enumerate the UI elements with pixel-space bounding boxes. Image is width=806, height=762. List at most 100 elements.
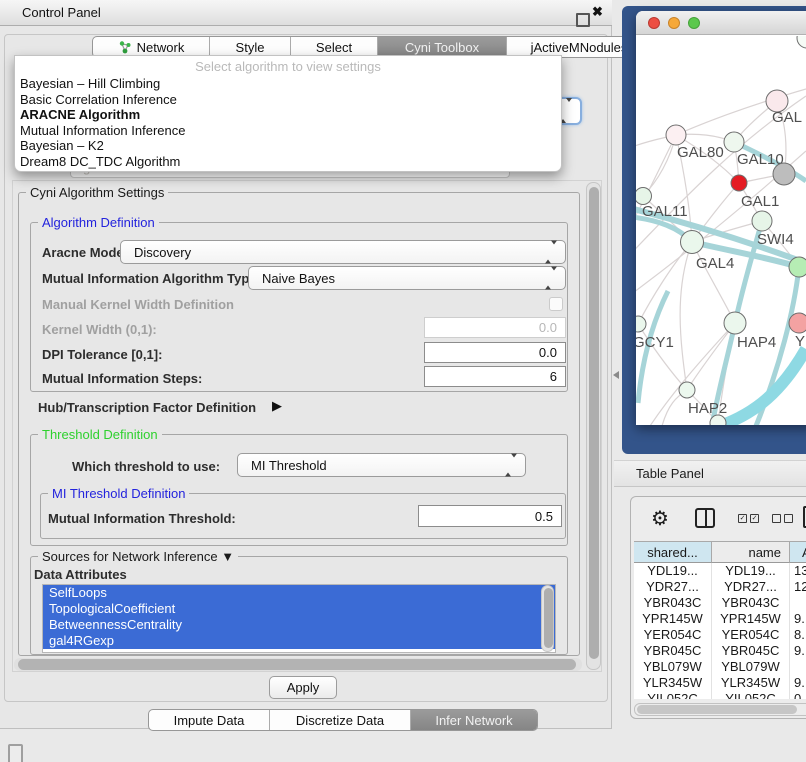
splitter-collapse-icon[interactable] [613, 371, 619, 379]
close-traffic-light-icon[interactable] [648, 17, 660, 29]
split-view-icon[interactable] [695, 508, 715, 528]
table-row[interactable]: YDR27...YDR27...12 [634, 579, 806, 595]
network-node[interactable] [636, 316, 646, 332]
settings-vscrollbar-thumb[interactable] [589, 187, 599, 659]
mi-steps-field[interactable]: 6 [424, 366, 566, 387]
network-node[interactable] [666, 125, 686, 145]
network-node[interactable] [797, 36, 806, 48]
column-header-clipped[interactable]: A [790, 541, 806, 563]
tab-discretize-data[interactable]: Discretize Data [269, 710, 410, 730]
kernel-width-field[interactable]: 0.0 [424, 317, 566, 338]
gear-icon[interactable]: ⚙ [651, 506, 669, 531]
attributes-scrollbar-thumb[interactable] [544, 588, 553, 648]
algorithm-option[interactable]: Bayesian – K2 [15, 138, 561, 154]
tab-style-label: Style [236, 40, 265, 55]
minimize-traffic-light-icon[interactable] [668, 17, 680, 29]
table-row[interactable]: YIL052CYIL052C0. [634, 691, 806, 699]
settings-hscrollbar-thumb[interactable] [18, 659, 576, 670]
settings-vscrollbar[interactable] [586, 182, 601, 670]
tab-network[interactable]: Network [93, 37, 209, 57]
network-node[interactable] [789, 257, 806, 277]
tab-network-label: Network [137, 40, 185, 55]
network-icon [118, 40, 132, 54]
float-window-icon[interactable] [576, 13, 590, 27]
network-node[interactable] [773, 163, 795, 185]
table-cell: 12 [790, 579, 806, 595]
apply-button[interactable]: Apply [269, 676, 337, 699]
select-all-icon[interactable]: ✓ [738, 514, 747, 523]
network-node[interactable] [724, 312, 746, 334]
tab-select[interactable]: Select [290, 37, 377, 57]
mi-algorithm-type-combo[interactable]: Naive Bayes [248, 266, 566, 290]
table-row[interactable]: YER054CYER054C8. [634, 627, 806, 643]
table-cell: YPR145W [634, 611, 712, 627]
network-canvas[interactable]: GALGAL80GAL10GAL1SWI4GAL11GAL4GCY1HAP4YH… [636, 36, 806, 425]
table-cell: 9. [790, 675, 806, 691]
tab-style[interactable]: Style [209, 37, 290, 57]
manual-kernel-checkbox[interactable] [549, 297, 563, 311]
network-node[interactable] [636, 188, 652, 205]
tab-infer-network[interactable]: Infer Network [410, 710, 537, 730]
aracne-mode-combo[interactable]: Discovery [120, 240, 566, 264]
table-row[interactable]: YBR043CYBR043C [634, 595, 806, 611]
dock-mini-icon[interactable] [8, 744, 23, 762]
dpi-tolerance-field[interactable]: 0.0 [424, 342, 566, 363]
table-cell: YBL079W [712, 659, 790, 675]
attribute-item[interactable]: BetweennessCentrality [43, 617, 555, 633]
select-all-icon2[interactable]: ✓ [750, 514, 759, 523]
attribute-item[interactable]: gal4RGexp [43, 633, 555, 649]
tab-impute-data[interactable]: Impute Data [149, 710, 269, 730]
mi-algorithm-type-label: Mutual Information Algorithm Type: [42, 271, 261, 286]
mi-steps-value: 6 [550, 369, 557, 384]
deselect-all-icon[interactable] [772, 514, 781, 523]
column-header-shared-name[interactable]: shared... [634, 541, 712, 563]
table-cell: YDL19... [712, 563, 790, 579]
network-node-label: GAL11 [642, 203, 688, 220]
apply-button-label: Apply [287, 680, 320, 695]
tab-cyni-toolbox[interactable]: Cyni Toolbox [377, 37, 506, 57]
table-cell: YPR145W [712, 611, 790, 627]
settings-hscrollbar[interactable] [14, 658, 582, 671]
network-node[interactable] [724, 132, 744, 152]
table-hscrollbar-thumb[interactable] [637, 705, 797, 714]
network-node[interactable] [681, 231, 704, 254]
algorithm-definition-title: Algorithm Definition [38, 215, 159, 230]
table-hscrollbar[interactable] [634, 703, 806, 716]
network-node[interactable] [752, 211, 772, 231]
algorithm-option[interactable]: Basic Correlation Inference [15, 92, 561, 108]
network-node[interactable] [789, 313, 806, 333]
hub-expand-arrow-icon[interactable]: ▶ [272, 398, 282, 414]
algorithm-option[interactable]: Mutual Information Inference [15, 123, 561, 139]
attribute-item[interactable]: SelfLoops [43, 585, 555, 601]
which-threshold-combo[interactable]: MI Threshold [237, 453, 526, 477]
deselect-all-icon2[interactable] [784, 514, 793, 523]
table-cell: YDL19... [634, 563, 712, 579]
attribute-item[interactable]: TopologicalCoefficient [43, 601, 555, 617]
close-icon[interactable]: ✖ [592, 4, 603, 20]
network-node-label: Y [795, 333, 805, 350]
table-row[interactable]: YPR145WYPR145W9. [634, 611, 806, 627]
table-row[interactable]: YDL19...YDL19...13 [634, 563, 806, 579]
algorithm-option[interactable]: Bayesian – Hill Climbing [15, 76, 561, 92]
zoom-traffic-light-icon[interactable] [688, 17, 700, 29]
table-panel-title: Table Panel [636, 466, 704, 481]
tab-impute-data-label: Impute Data [174, 713, 245, 728]
network-view-window[interactable]: GALGAL80GAL10GAL1SWI4GAL11GAL4GCY1HAP4YH… [636, 11, 806, 425]
control-panel-titlebar[interactable]: Control Panel ✖ [0, 0, 612, 26]
network-window-titlebar[interactable] [636, 11, 806, 35]
algorithm-option[interactable]: ARACNE Algorithm [15, 107, 561, 123]
column-header-name[interactable]: name [712, 541, 790, 563]
table-row[interactable]: YBR045CYBR045C9. [634, 643, 806, 659]
network-node[interactable] [679, 382, 695, 398]
algorithm-option[interactable]: Dream8 DC_TDC Algorithm [15, 154, 561, 170]
table-row[interactable]: YBL079WYBL079W [634, 659, 806, 675]
network-node[interactable] [731, 175, 747, 191]
sources-collapse-arrow-icon[interactable]: ▼ [221, 549, 234, 564]
table-cell [790, 595, 806, 611]
table-cell: 9. [790, 643, 806, 659]
table-cell: 0. [790, 691, 806, 699]
data-attributes-list[interactable]: SelfLoopsTopologicalCoefficientBetweenne… [42, 584, 556, 653]
attributes-scrollbar[interactable] [541, 585, 554, 652]
mi-threshold-field[interactable]: 0.5 [418, 505, 562, 527]
table-row[interactable]: YLR345WYLR345W9. [634, 675, 806, 691]
